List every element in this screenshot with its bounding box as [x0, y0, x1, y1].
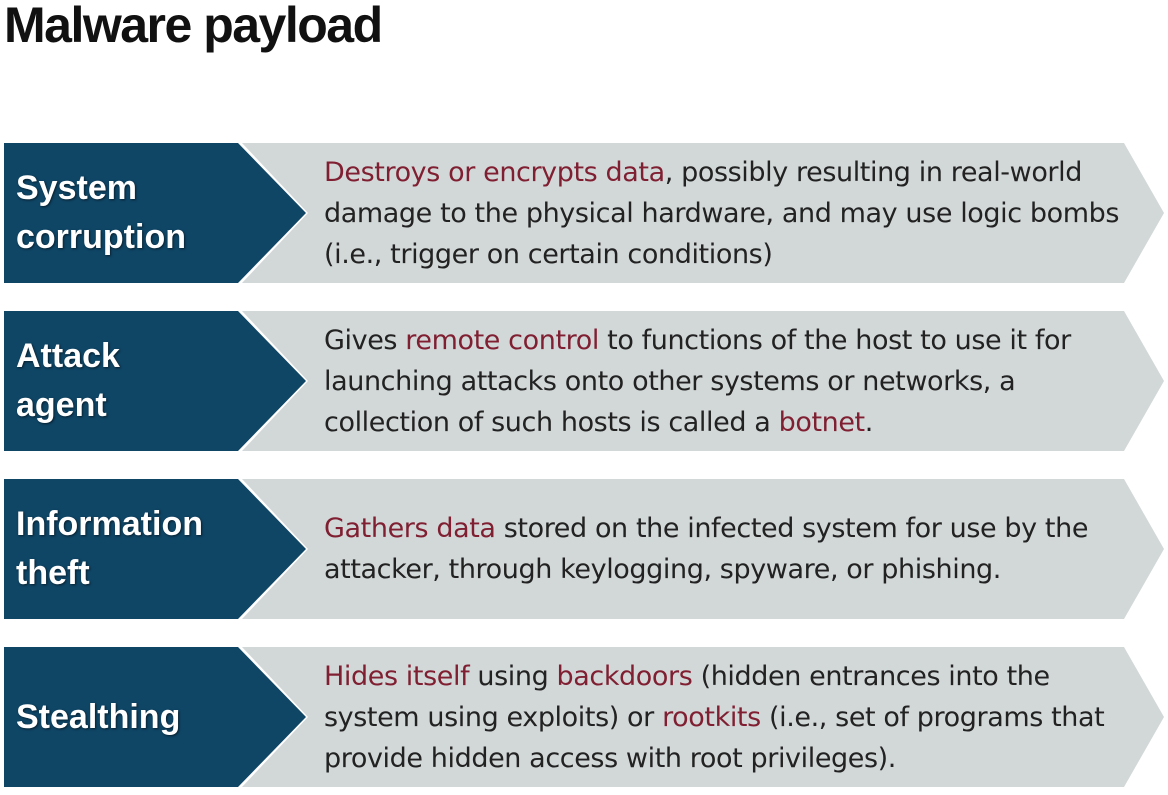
row-label-line: Stealthing [16, 697, 181, 736]
row-label-line: theft [16, 554, 90, 592]
highlight-term: rootkits [662, 701, 761, 733]
description-text: Gives [324, 324, 406, 356]
page-title: Malware payload [4, 0, 383, 53]
row-label-line: Attack [16, 337, 120, 375]
payload-row-attack-agent: Attack agent Gives remote control to fun… [4, 311, 1164, 451]
payload-row-stealthing: Stealthing Hides itself using backdoors … [4, 647, 1164, 787]
highlight-term: backdoors [556, 660, 693, 692]
row-description: Gives remote control to functions of the… [324, 311, 1124, 451]
row-description: Hides itself using backdoors (hidden ent… [324, 647, 1124, 787]
payload-row-system-corruption: System corruption Destroys or encrypts d… [4, 143, 1164, 283]
row-label: Attack agent [16, 311, 276, 451]
description-text: using [469, 660, 557, 692]
row-label: Information theft [16, 479, 276, 619]
row-label-line: corruption [16, 218, 186, 256]
payload-row-information-theft: Information theft Gathers data stored on… [4, 479, 1164, 619]
highlight-term: Gathers data [324, 513, 496, 544]
highlight-term: Hides itself [324, 660, 470, 692]
row-description: Gathers data stored on the infected syst… [324, 479, 1124, 619]
highlight-term: botnet [778, 406, 866, 438]
row-description: Destroys or encrypts data, possibly resu… [324, 143, 1124, 283]
row-label-line: Information [16, 505, 203, 543]
highlight-term: Destroys or encrypts data [324, 156, 665, 188]
row-label: Stealthing [16, 647, 276, 787]
highlight-term: remote control [405, 324, 599, 356]
row-label: System corruption [16, 143, 276, 283]
row-label-line: System [16, 169, 137, 207]
row-label-line: agent [16, 386, 107, 424]
description-text: . [864, 406, 874, 438]
